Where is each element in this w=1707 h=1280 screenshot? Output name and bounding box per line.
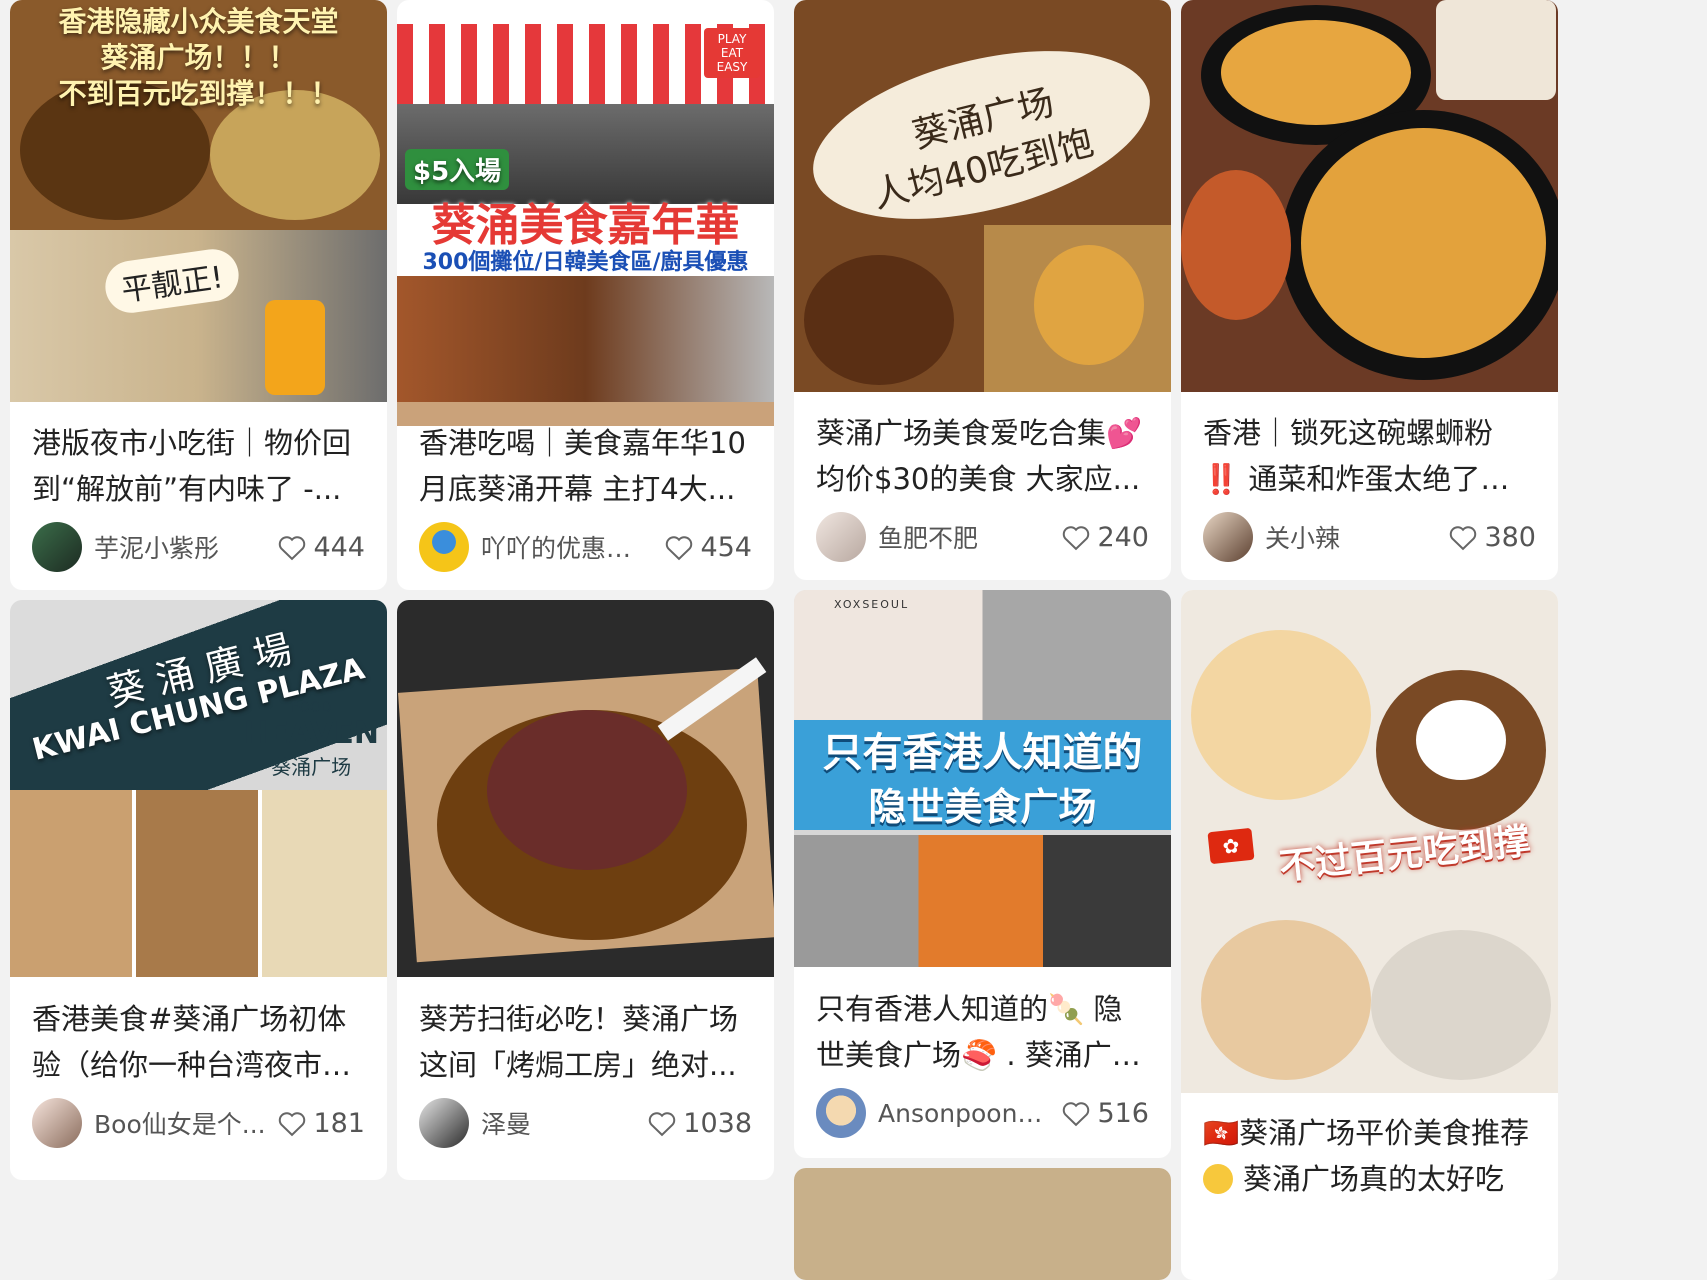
- food-heaven-small: FOOD: [290, 700, 332, 716]
- card-cover-image[interactable]: 香港隐藏小众美食天堂 葵涌广场！！！ 不到百元吃到撑！！！ 平靓正!: [10, 0, 387, 402]
- like-button[interactable]: 1038: [647, 1108, 752, 1139]
- like-count: 444: [313, 531, 365, 563]
- like-count: 516: [1097, 1097, 1149, 1129]
- food-heaven-big: HEAVEN: [243, 716, 379, 751]
- beef-cubes-image: [487, 710, 687, 870]
- cover-headline: 葵涌广场！！！: [100, 41, 297, 74]
- feed-card[interactable]: XOXSEOUL 只有香港人知道的 隐世美食广场 只有香港人知道的🍡 隐世美食广…: [794, 590, 1171, 1158]
- author-name[interactable]: Ansonpoon999: [878, 1099, 1051, 1128]
- heart-icon: [1063, 1102, 1090, 1127]
- chicken-feet-image: [1191, 630, 1371, 800]
- card-cover-image[interactable]: ✿ 不过百元吃到撑: [1181, 590, 1558, 1093]
- grill-image: [397, 276, 774, 402]
- cover-headline: 香港隐藏小众美食天堂: [58, 5, 339, 38]
- food-heaven-cn: 葵涌广场: [271, 755, 352, 779]
- hk-flag-icon: ✿: [1207, 827, 1255, 865]
- side-dish-image: [1181, 170, 1291, 320]
- card-title[interactable]: 葵芳扫街必吃！葵涌广场这间「烤焗工房」绝对...: [419, 996, 752, 1088]
- feed-card[interactable]: [794, 1168, 1171, 1280]
- heart-icon: [1063, 526, 1090, 551]
- skewers-image: [804, 255, 954, 385]
- like-count: 454: [700, 531, 752, 563]
- card-title[interactable]: 🇭🇰葵涌广场平价美食推荐: [1203, 1110, 1536, 1156]
- card-cover-image[interactable]: $5入場 葵涌美食嘉年華 300個攤位/日韓美食區/廚具優惠 PLAY EAT …: [397, 24, 774, 426]
- drink-cup-image: [1436, 0, 1556, 100]
- author-name[interactable]: 关小辣: [1265, 519, 1438, 555]
- like-button[interactable]: 454: [664, 532, 752, 563]
- avatar[interactable]: [419, 522, 469, 572]
- like-button[interactable]: 240: [1061, 522, 1149, 553]
- heart-icon: [649, 1112, 676, 1137]
- card-cover-image[interactable]: XOXSEOUL 只有香港人知道的 隐世美食广场: [794, 590, 1171, 967]
- card-title[interactable]: 葵涌广场美食爱吃合集💕 均价$30的美食 大家应...: [816, 410, 1149, 502]
- feed-card[interactable]: $5入場 葵涌美食嘉年華 300個攤位/日韓美食區/廚具優惠 PLAY EAT …: [397, 0, 774, 590]
- author-name[interactable]: 泽曼: [481, 1105, 637, 1141]
- cover-headline: 只有香港人知道的: [822, 730, 1143, 776]
- brand-badge: PLAY EAT EASY: [704, 28, 760, 78]
- heart-icon: [279, 1112, 306, 1137]
- price-tag: $5入場: [405, 149, 510, 190]
- like-count: 240: [1097, 521, 1149, 553]
- card-cover-image[interactable]: 葵 涌 廣 場 KWAI CHUNG PLAZA FOOD HEAVEN 葵涌广…: [10, 600, 387, 977]
- card-cover-image[interactable]: [397, 600, 774, 977]
- card-title[interactable]: 香港美食#葵涌广场初体验（给你一种台湾夜市的...: [32, 996, 365, 1088]
- card-title[interactable]: 港版夜市小吃街｜物价回到“解放前”有内味了 -...: [32, 420, 365, 512]
- ice-cream-filling-image: [1416, 700, 1506, 780]
- food-collage-image: [794, 835, 1171, 967]
- feed-card[interactable]: 香港｜锁死这碗螺蛳粉 ‼️ 通菜和炸蛋太绝了🆘 最... 关小辣 380: [1181, 0, 1558, 580]
- avatar[interactable]: [816, 1088, 866, 1138]
- like-button[interactable]: 380: [1448, 522, 1536, 553]
- like-count: 380: [1484, 521, 1536, 553]
- juice-cup-image: [265, 300, 325, 395]
- dim-sum-image: [1201, 920, 1371, 1080]
- rice-roll-image: [1371, 930, 1551, 1080]
- heart-icon: [666, 536, 693, 561]
- card-cover-image[interactable]: 葵涌广场 人均40吃到饱: [794, 0, 1171, 392]
- author-name[interactable]: 吖吖的优惠角度: [481, 529, 654, 565]
- author-name[interactable]: Boo仙女是个...: [94, 1105, 267, 1141]
- heart-icon: [279, 536, 306, 561]
- feed-card[interactable]: ✿ 不过百元吃到撑 🇭🇰葵涌广场平价美食推荐 葵涌广场真的太好吃: [1181, 590, 1558, 1280]
- feed-card[interactable]: 香港隐藏小众美食天堂 葵涌广场！！！ 不到百元吃到撑！！！ 平靓正! 港版夜市小…: [10, 0, 387, 590]
- cover-subheadline: 300個攤位/日韓美食區/廚具優惠: [422, 250, 749, 275]
- like-button[interactable]: 181: [277, 1108, 365, 1139]
- author-name[interactable]: 芋泥小紫彤: [94, 529, 267, 565]
- feed-card[interactable]: 葵芳扫街必吃！葵涌广场这间「烤焗工房」绝对... 泽曼 1038: [397, 600, 774, 1180]
- fish-balls-image: [1034, 245, 1144, 365]
- food-heaven-label: FOOD HEAVEN 葵涌广场: [243, 700, 379, 780]
- smile-emoji-icon: [1203, 1164, 1233, 1194]
- main-bowl-food-image: [1301, 128, 1546, 358]
- shop-sign: XOXSEOUL: [834, 598, 910, 611]
- avatar[interactable]: [419, 1098, 469, 1148]
- card-title[interactable]: 香港｜锁死这碗螺蛳粉 ‼️ 通菜和炸蛋太绝了🆘 最...: [1203, 410, 1536, 502]
- feed-card[interactable]: 葵 涌 廣 場 KWAI CHUNG PLAZA FOOD HEAVEN 葵涌广…: [10, 600, 387, 1180]
- cover-headline: 隐世美食广场: [868, 785, 1097, 829]
- card-cover-image[interactable]: [1181, 0, 1558, 392]
- like-button[interactable]: 516: [1061, 1098, 1149, 1129]
- avatar[interactable]: [1203, 512, 1253, 562]
- avatar[interactable]: [32, 1098, 82, 1148]
- like-button[interactable]: 444: [277, 532, 365, 563]
- card-cover-image[interactable]: [794, 1168, 1171, 1280]
- food-grid-image: [10, 790, 387, 977]
- author-name[interactable]: 鱼肥不肥: [878, 519, 1051, 555]
- noodle-bowl-topping-image: [1221, 20, 1411, 125]
- card-title[interactable]: 只有香港人知道的🍡 隐世美食广场🍣 . 葵涌广场...: [816, 986, 1149, 1078]
- like-count: 181: [313, 1107, 365, 1139]
- feed-card[interactable]: 葵涌广场 人均40吃到饱 葵涌广场美食爱吃合集💕 均价$30的美食 大家应...…: [794, 0, 1171, 580]
- heart-icon: [1450, 526, 1477, 551]
- card-subtitle[interactable]: 葵涌广场真的太好吃: [1203, 1156, 1536, 1202]
- like-count: 1038: [683, 1107, 752, 1139]
- card-title[interactable]: 香港吃喝｜美食嘉年华10月底葵涌开幕 主打4大...: [419, 420, 752, 512]
- avatar[interactable]: [816, 512, 866, 562]
- avatar[interactable]: [32, 522, 82, 572]
- cover-headline: 不到百元吃到撑！！！: [58, 77, 339, 110]
